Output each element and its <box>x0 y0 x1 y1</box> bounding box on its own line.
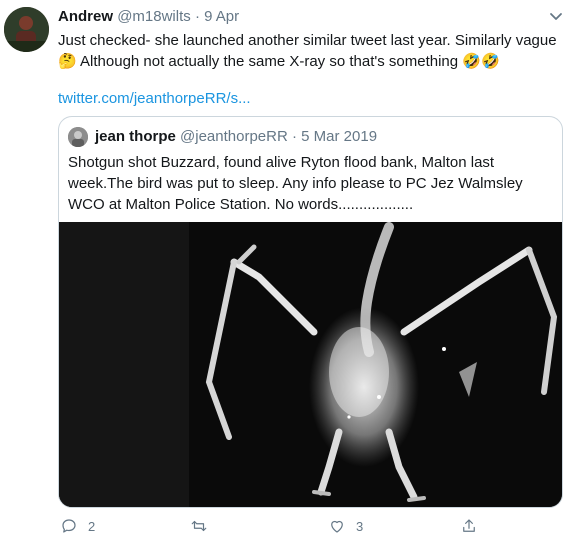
separator: · <box>194 8 200 25</box>
author-name[interactable]: Andrew <box>58 8 113 25</box>
thinking-face-emoji: 🤔 <box>58 53 77 70</box>
quoted-date[interactable]: 5 Mar 2019 <box>301 128 377 145</box>
quoted-separator: · <box>292 128 297 145</box>
quoted-avatar[interactable] <box>68 127 88 147</box>
heart-icon <box>331 520 343 533</box>
quoted-text: Shotgun shot Buzzard, found alive Ryton … <box>68 154 523 213</box>
avatar[interactable] <box>4 7 49 52</box>
chevron-down-icon[interactable] <box>546 6 566 26</box>
like-count: 3 <box>356 518 364 534</box>
like-button[interactable]: 3 <box>328 515 363 537</box>
quoted-author-handle[interactable]: @jeanthorpeRR <box>180 128 288 145</box>
author-handle[interactable]: @m18wilts <box>117 8 191 25</box>
xray-buzzard-image[interactable] <box>59 222 562 507</box>
laughing-emoji: 🤣🤣 <box>462 53 500 70</box>
quoted-header: jean thorpe @jeanthorpeRR · 5 Mar 2019 <box>95 128 377 145</box>
quoted-author-name[interactable]: jean thorpe <box>95 128 176 145</box>
retweet-button[interactable] <box>190 515 218 537</box>
reply-button[interactable]: 2 <box>60 515 95 537</box>
tweet-date[interactable]: 9 Apr <box>204 8 239 25</box>
tweet-text: Just checked- she launched another simil… <box>58 30 558 72</box>
tweet-text-line1: Just checked- she launched another simil… <box>58 32 557 49</box>
quoted-tweet[interactable]: jean thorpe @jeanthorpeRR · 5 Mar 2019 S… <box>58 116 563 508</box>
retweet-icon <box>191 520 207 532</box>
reply-icon <box>62 519 76 533</box>
tweet-header: Andrew @m18wilts · 9 Apr <box>58 8 239 25</box>
share-button[interactable] <box>460 515 488 537</box>
share-icon <box>463 519 475 532</box>
action-bar: 2 3 <box>58 515 488 537</box>
reply-count: 2 <box>88 518 96 534</box>
tweet[interactable]: Andrew @m18wilts · 9 Apr Just checked- s… <box>0 0 583 544</box>
tweet-link[interactable]: twitter.com/jeanthorpeRR/s... <box>58 90 251 107</box>
tweet-text-line2: Although not actually the same X-ray so … <box>80 53 459 70</box>
